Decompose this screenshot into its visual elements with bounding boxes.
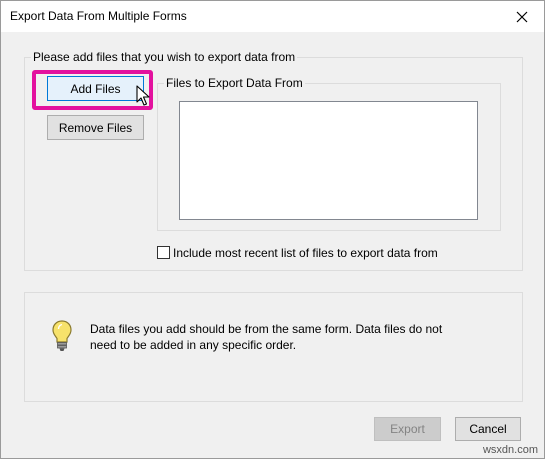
include-recent-label[interactable]: Include most recent list of files to exp… [173,246,438,260]
close-icon [516,11,528,22]
close-button[interactable] [500,1,544,32]
file-listbox[interactable] [179,101,478,220]
include-recent-checkbox[interactable] [157,246,170,259]
file-list-legend: Files to Export Data From [164,76,305,90]
files-group-legend: Please add files that you wish to export… [31,50,298,64]
info-text: Data files you add should be from the sa… [90,322,443,352]
watermark-text: wsxdn.com [482,444,538,456]
window-title: Export Data From Multiple Forms [10,9,187,23]
add-files-button[interactable]: Add Files [47,76,144,101]
mouse-cursor-icon [136,85,150,106]
cancel-button[interactable]: Cancel [455,417,521,441]
remove-files-button[interactable]: Remove Files [47,115,144,140]
lightbulb-icon [52,320,72,351]
title-bar: Export Data From Multiple Forms [1,1,544,32]
export-button: Export [374,417,441,441]
export-dialog: Export Data From Multiple Forms Please a… [0,0,545,459]
